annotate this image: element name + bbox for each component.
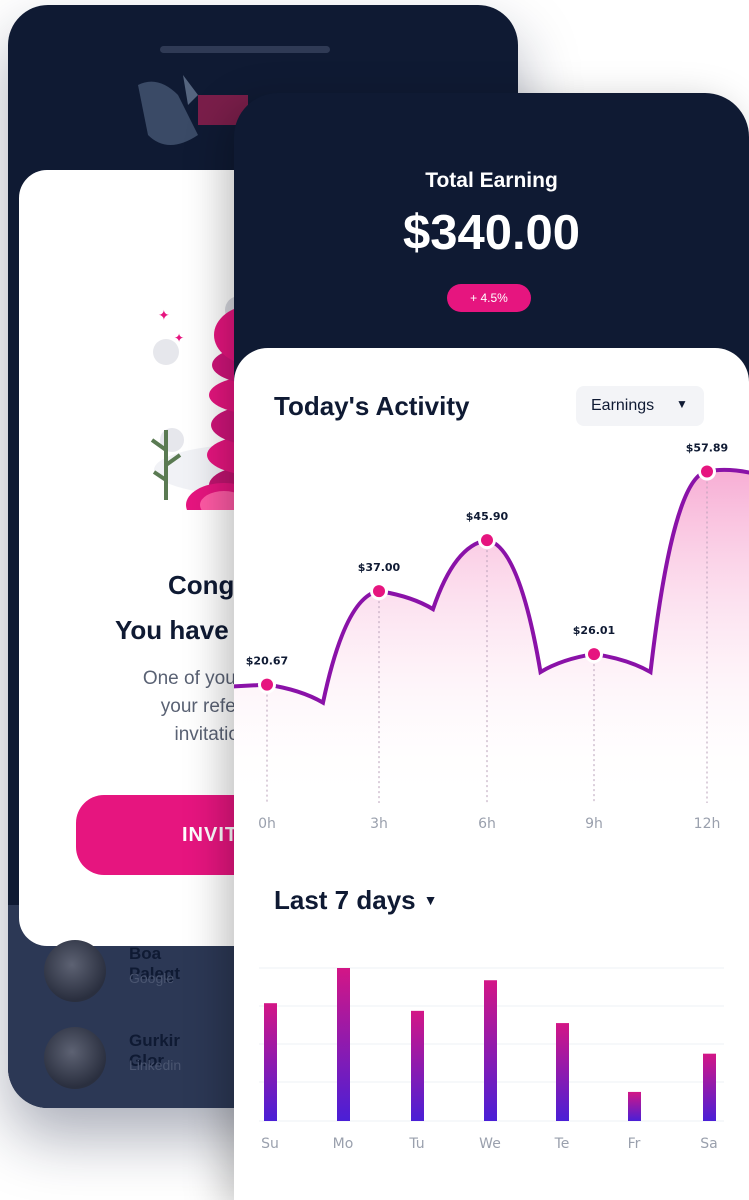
activity-chart: $20.67 0h $37.00 3h $45.90 6h $26.01 9h $57.89 12…: [234, 442, 749, 1148]
bar-sa: [703, 1053, 716, 1121]
congrats-title-line2: You have ju: [115, 615, 259, 645]
bar-te: [556, 1023, 569, 1121]
congrats-description: One of your fr your referra invitations: [79, 665, 259, 749]
bar-x-tick-label: Fr: [628, 1136, 641, 1148]
bar-mo: [337, 968, 350, 1121]
bar-x-tick-label: Sa: [700, 1136, 717, 1148]
referral-source: Linkedin: [129, 1057, 182, 1073]
chart-data-label: $26.01: [573, 624, 615, 637]
svg-text:✦: ✦: [158, 307, 170, 323]
front-phone: Total Earning $340.00 + 4.5% Today's Act…: [234, 93, 749, 1200]
bar-x-tick-label: Su: [261, 1136, 279, 1148]
last7-title[interactable]: Last 7 days ▼: [274, 885, 438, 916]
congrats-description-line1: One of your fr: [142, 668, 259, 689]
chart-x-tick-label: 3h: [370, 816, 388, 832]
total-earning-amount: $340.00: [402, 206, 581, 260]
bar-x-tick-label: Mo: [333, 1136, 354, 1148]
chart-point: [701, 465, 713, 478]
chart-x-tick-label: 12h: [694, 816, 721, 832]
bar-su: [264, 1003, 277, 1121]
chart-data-label: $57.89: [686, 442, 728, 455]
invite-button-label: INVIT: [182, 824, 239, 846]
avatar: [44, 1027, 106, 1089]
congrats-description-line2: your referra: [160, 696, 259, 717]
bar-tu: [411, 1010, 424, 1121]
bar-we: [484, 980, 497, 1121]
chart-x-tick-label: 0h: [258, 816, 276, 832]
chart-x-tick-label: 6h: [478, 816, 496, 832]
chart-point: [373, 585, 385, 598]
bar-x-tick-label: Tu: [408, 1136, 424, 1148]
total-earning-label: Total Earning: [425, 169, 558, 192]
chart-point: [261, 678, 273, 691]
congrats-title: Congra You have ju: [19, 570, 259, 646]
chart-point: [481, 534, 493, 547]
activity-card: Today's Activity Earnings ▼ $20.67 0h $37.…: [234, 348, 749, 1200]
chart-x-tick-label: 9h: [585, 816, 603, 832]
chart-point: [588, 648, 600, 661]
avatar: [44, 940, 106, 1002]
phone-notch: [160, 46, 330, 53]
bar-x-tick-label: Te: [554, 1136, 570, 1148]
bar-x-tick-label: We: [479, 1136, 501, 1148]
chart-data-label: $37.00: [358, 561, 401, 574]
last7-title-label: Last 7 days: [274, 885, 416, 915]
change-badge: + 4.5%: [447, 284, 531, 312]
caret-down-icon: ▼: [423, 892, 438, 908]
chart-data-label: $20.67: [246, 655, 288, 668]
chart-data-label: $45.90: [466, 510, 509, 523]
referral-source: Google: [129, 970, 175, 986]
congrats-description-line3: invitations: [174, 724, 260, 745]
svg-text:✦: ✦: [174, 331, 184, 345]
bar-fr: [628, 1091, 641, 1121]
